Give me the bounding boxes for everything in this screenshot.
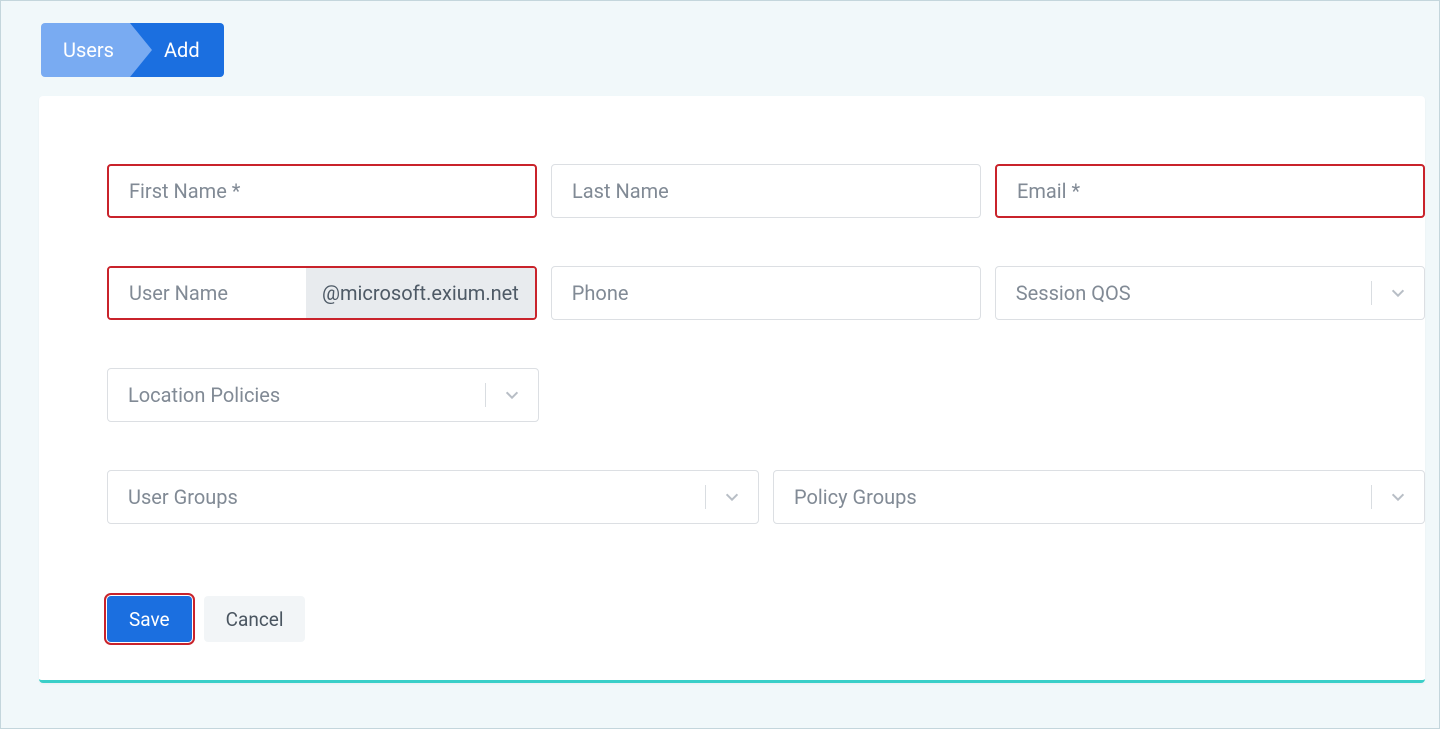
form-row-1 <box>39 164 1425 218</box>
location-policies-select[interactable]: Location Policies <box>107 368 539 422</box>
select-divider <box>705 485 706 509</box>
email-input[interactable] <box>995 164 1425 218</box>
policy-groups-placeholder: Policy Groups <box>794 485 917 509</box>
policy-groups-select[interactable]: Policy Groups <box>773 470 1425 524</box>
session-qos-placeholder: Session QOS <box>1016 281 1131 305</box>
session-qos-select[interactable]: Session QOS <box>995 266 1425 320</box>
breadcrumb-users-label: Users <box>63 38 114 62</box>
breadcrumb-users[interactable]: Users <box>41 23 130 77</box>
phone-input[interactable] <box>551 266 981 320</box>
form-row-4: User Groups Policy Groups <box>39 470 1425 524</box>
page-root: Users Add @microsoft.exium.net Session Q… <box>1 1 1439 728</box>
chevron-down-icon <box>1389 488 1407 506</box>
last-name-input[interactable] <box>551 164 981 218</box>
save-button[interactable]: Save <box>107 596 192 642</box>
select-divider <box>1371 281 1372 305</box>
username-domain-suffix: @microsoft.exium.net <box>306 268 535 318</box>
location-policies-placeholder: Location Policies <box>128 383 280 407</box>
chevron-down-icon <box>503 386 521 404</box>
cancel-button[interactable]: Cancel <box>204 596 306 642</box>
form-card: @microsoft.exium.net Session QOS Locatio… <box>39 96 1425 683</box>
user-groups-placeholder: User Groups <box>128 485 238 509</box>
chevron-down-icon <box>723 488 741 506</box>
username-group: @microsoft.exium.net <box>107 266 537 320</box>
select-divider <box>1371 485 1372 509</box>
user-groups-select[interactable]: User Groups <box>107 470 759 524</box>
username-input[interactable] <box>109 268 306 318</box>
form-row-2: @microsoft.exium.net Session QOS <box>39 266 1425 320</box>
breadcrumb: Users Add <box>41 23 224 77</box>
first-name-input[interactable] <box>107 164 537 218</box>
breadcrumb-add-label: Add <box>164 38 200 62</box>
form-actions: Save Cancel <box>39 596 1425 642</box>
form-row-3: Location Policies <box>39 368 1425 422</box>
select-divider <box>485 383 486 407</box>
chevron-down-icon <box>1389 284 1407 302</box>
